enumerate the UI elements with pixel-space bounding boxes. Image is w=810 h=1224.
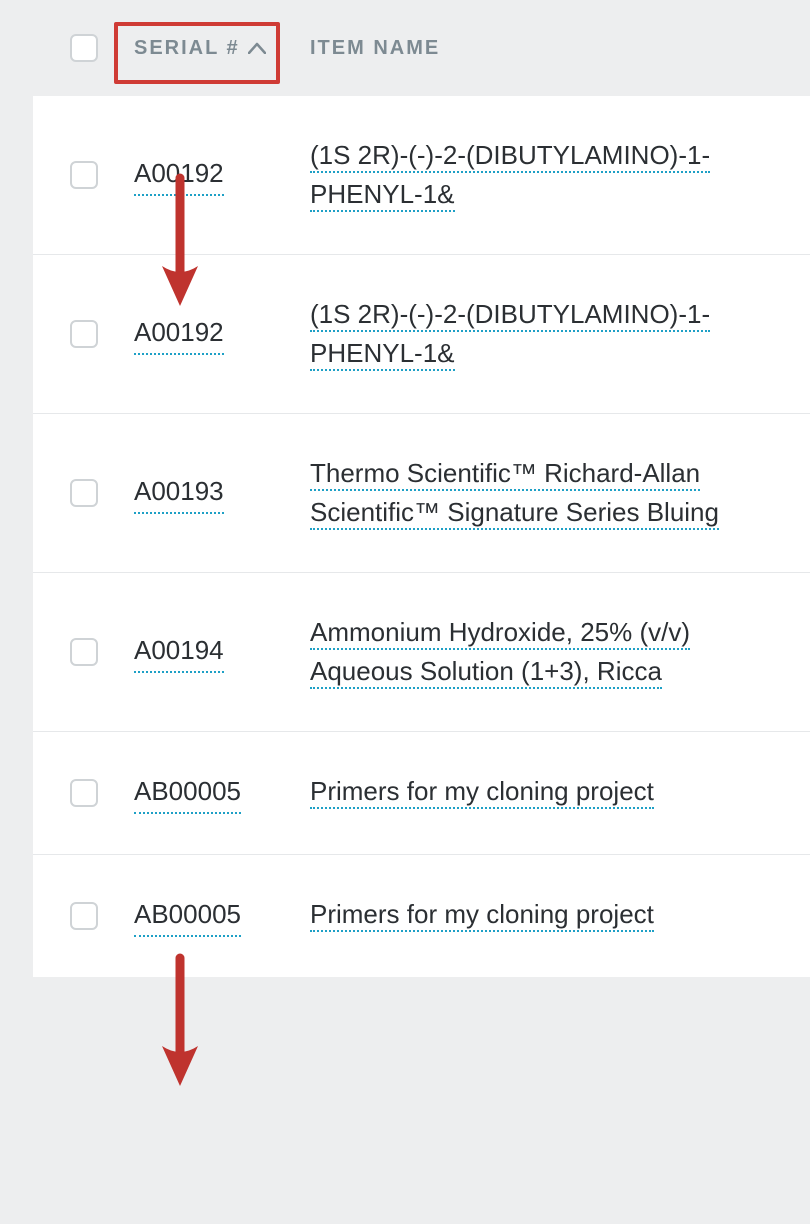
sort-ascending-icon: [248, 42, 266, 54]
serial-link[interactable]: A00194: [134, 631, 224, 673]
item-name-link[interactable]: Ammonium Hydroxide, 25% (v/v) Aqueous So…: [310, 617, 690, 689]
row-checkbox[interactable]: [70, 638, 98, 666]
row-checkbox[interactable]: [70, 320, 98, 348]
row-checkbox[interactable]: [70, 161, 98, 189]
item-name-link[interactable]: Primers for my cloning project: [310, 776, 654, 809]
item-name-link[interactable]: (1S 2R)-(-)-2-(DIBUTYLAMINO)-1-PHENYL-1&: [310, 140, 710, 212]
table-row: A00194 Ammonium Hydroxide, 25% (v/v) Aqu…: [33, 572, 810, 731]
item-name-link[interactable]: Primers for my cloning project: [310, 899, 654, 932]
serial-link[interactable]: A00193: [134, 472, 224, 514]
table-row: A00192 (1S 2R)-(-)-2-(DIBUTYLAMINO)-1-PH…: [33, 254, 810, 413]
row-checkbox[interactable]: [70, 902, 98, 930]
column-header-serial[interactable]: SERIAL #: [134, 37, 266, 60]
table-row: AB00005 Primers for my cloning project: [33, 854, 810, 977]
item-name-link[interactable]: Thermo Scientific™ Richard-Allan Scienti…: [310, 458, 719, 530]
row-checkbox[interactable]: [70, 779, 98, 807]
column-header-serial-label: SERIAL #: [134, 37, 240, 60]
item-name-link[interactable]: (1S 2R)-(-)-2-(DIBUTYLAMINO)-1-PHENYL-1&: [310, 299, 710, 371]
row-checkbox[interactable]: [70, 479, 98, 507]
table-row: A00193 Thermo Scientific™ Richard-Allan …: [33, 413, 810, 572]
table-row: A00192 (1S 2R)-(-)-2-(DIBUTYLAMINO)-1-PH…: [33, 96, 810, 254]
column-header-name[interactable]: ITEM NAME: [310, 37, 440, 60]
serial-link[interactable]: A00192: [134, 313, 224, 355]
select-all-checkbox[interactable]: [70, 34, 98, 62]
table-header-row: SERIAL # ITEM NAME: [0, 0, 810, 96]
serial-link[interactable]: A00192: [134, 154, 224, 196]
serial-link[interactable]: AB00005: [134, 895, 241, 937]
table-row: AB00005 Primers for my cloning project: [33, 731, 810, 854]
table-body: A00192 (1S 2R)-(-)-2-(DIBUTYLAMINO)-1-PH…: [33, 96, 810, 977]
serial-link[interactable]: AB00005: [134, 772, 241, 814]
